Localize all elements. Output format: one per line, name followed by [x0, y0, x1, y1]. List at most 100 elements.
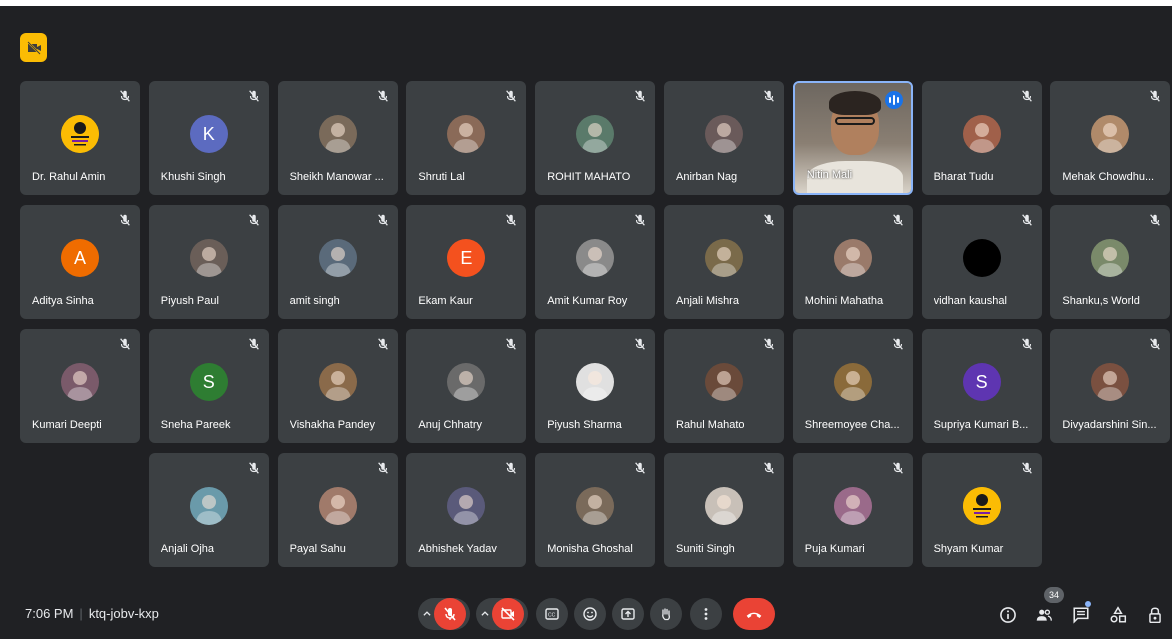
participant-tile[interactable]: Anjali Mishra — [664, 205, 784, 319]
participant-tile[interactable]: Anjali Ojha — [148, 453, 269, 567]
participant-tile[interactable]: Shruti Lal — [406, 81, 527, 195]
avatar-photo — [318, 487, 357, 525]
avatar-initial: S — [962, 363, 1001, 401]
participant-tile[interactable]: A Aditya Sinha — [20, 205, 140, 319]
participant-tile[interactable]: Piyush Sharma — [535, 329, 656, 443]
participant-name: Supriya Kumari B... — [933, 419, 1029, 431]
present-button[interactable] — [612, 598, 644, 630]
chevron-up-icon[interactable] — [422, 609, 432, 619]
participant-tile[interactable]: Mohini Mahatha — [792, 205, 913, 319]
participant-tile[interactable]: S Supriya Kumari B... — [921, 329, 1042, 443]
participant-tile[interactable]: Suniti Singh — [664, 453, 784, 567]
mic-muted-icon — [377, 90, 388, 102]
participant-tile[interactable]: Dr. Rahul Amin — [20, 81, 140, 195]
participant-name: Amit Kumar Roy — [547, 295, 628, 307]
more-options-button[interactable] — [690, 598, 722, 630]
participant-tile[interactable]: Rahul Mahato — [664, 329, 784, 443]
avatar-photo — [61, 363, 99, 401]
person-silhouette — [453, 495, 480, 525]
participant-name: Anjali Ojha — [160, 543, 214, 555]
avatar-initial: A — [61, 239, 99, 277]
activities-button[interactable] — [1108, 605, 1128, 625]
mic-muted-icon — [1021, 338, 1032, 350]
participant-tile[interactable]: Divyadarshini Sin... — [1050, 329, 1171, 443]
participant-name: ROHIT MAHATO — [547, 171, 631, 183]
person-silhouette — [67, 371, 93, 401]
avatar-photo — [576, 363, 615, 401]
participant-name: Dr. Rahul Amin — [32, 171, 106, 183]
participant-tile[interactable]: Shreemoyee Cha... — [792, 329, 913, 443]
avatar-photo — [962, 239, 1001, 277]
participant-tile[interactable]: Shyam Kumar — [921, 453, 1042, 567]
avatar-photo — [1091, 115, 1130, 153]
participant-tile[interactable]: vidhan kaushal — [921, 205, 1042, 319]
meeting-details-button[interactable] — [998, 605, 1018, 625]
camera-control — [476, 598, 528, 630]
reactions-button[interactable] — [574, 598, 606, 630]
person-silhouette — [324, 247, 351, 277]
avatar-photo — [1091, 239, 1130, 277]
mic-muted-icon — [248, 462, 259, 474]
participant-tile[interactable]: Anirban Nag — [664, 81, 784, 195]
end-call-icon — [746, 612, 762, 618]
logo-seal — [61, 115, 99, 153]
participant-tile[interactable]: Amit Kumar Roy — [535, 205, 656, 319]
recording-badge[interactable] — [20, 33, 47, 62]
clock-time: 7:06 PM — [25, 606, 74, 621]
participant-name: Shruti Lal — [418, 171, 465, 183]
participant-tile[interactable]: Abhishek Yadav — [406, 453, 527, 567]
participant-tile[interactable]: Vishakha Pandey — [277, 329, 398, 443]
mic-muted-icon — [635, 338, 646, 350]
captions-button[interactable]: CC — [536, 598, 568, 630]
participant-name: Khushi Singh — [160, 171, 226, 183]
chevron-up-icon[interactable] — [480, 609, 490, 619]
participant-tile[interactable]: Shanku,s World — [1050, 205, 1171, 319]
participant-tile[interactable]: Payal Sahu — [277, 453, 398, 567]
bottom-bar: 7:06 PM | ktq-jobv-kxp CC 34 — [0, 584, 1172, 639]
captions-icon: CC — [545, 608, 559, 620]
participant-tile[interactable]: Piyush Paul — [148, 205, 269, 319]
participant-tile[interactable]: S Sneha Pareek — [148, 329, 269, 443]
participant-tile[interactable]: Puja Kumari — [792, 453, 913, 567]
person-silhouette — [453, 123, 480, 153]
participant-name: Kumari Deepti — [32, 419, 102, 431]
raise-hand-button[interactable] — [650, 598, 682, 630]
chat-button[interactable] — [1071, 605, 1091, 625]
host-controls-button[interactable] — [1145, 605, 1165, 625]
activities-icon — [1110, 606, 1127, 623]
mic-muted-icon — [1150, 214, 1161, 226]
participant-tile[interactable]: amit singh — [277, 205, 398, 319]
people-button[interactable] — [1034, 605, 1054, 625]
avatar-photo — [318, 363, 357, 401]
info-icon — [1000, 607, 1016, 623]
participant-tile[interactable]: Nitin Mali — [792, 81, 913, 195]
participant-tile[interactable]: Mehak Chowdhu... — [1050, 81, 1171, 195]
person-silhouette — [711, 123, 737, 153]
mic-muted-icon — [764, 90, 774, 102]
people-icon — [1036, 609, 1052, 621]
participant-name: Anjali Mishra — [676, 295, 739, 307]
mic-muted-icon — [248, 214, 259, 226]
avatar-photo — [833, 487, 872, 525]
mic-muted-icon — [635, 462, 646, 474]
participant-name: Monisha Ghoshal — [547, 543, 633, 555]
participant-name: Sneha Pareek — [160, 419, 231, 431]
participant-tile[interactable]: K Khushi Singh — [148, 81, 269, 195]
mic-muted-icon — [1021, 462, 1032, 474]
leave-call-button[interactable] — [733, 598, 775, 630]
present-icon — [621, 608, 635, 620]
avatar-photo — [189, 239, 228, 277]
participant-tile[interactable]: Monisha Ghoshal — [535, 453, 656, 567]
participant-tile[interactable]: Anuj Chhatry — [406, 329, 527, 443]
camera-toggle-button[interactable] — [492, 598, 524, 630]
participant-tile[interactable]: ROHIT MAHATO — [535, 81, 656, 195]
speaking-indicator-icon — [884, 91, 903, 109]
participant-name: Shanku,s World — [1062, 295, 1140, 307]
participant-tile[interactable]: E Ekam Kaur — [406, 205, 527, 319]
participant-tile[interactable]: Bharat Tudu — [921, 81, 1042, 195]
participant-tile[interactable]: Kumari Deepti — [20, 329, 140, 443]
mic-toggle-button[interactable] — [434, 598, 466, 630]
participant-tile[interactable]: Sheikh Manowar ... — [277, 81, 398, 195]
video-glasses — [834, 117, 875, 125]
person-silhouette — [1097, 247, 1124, 277]
